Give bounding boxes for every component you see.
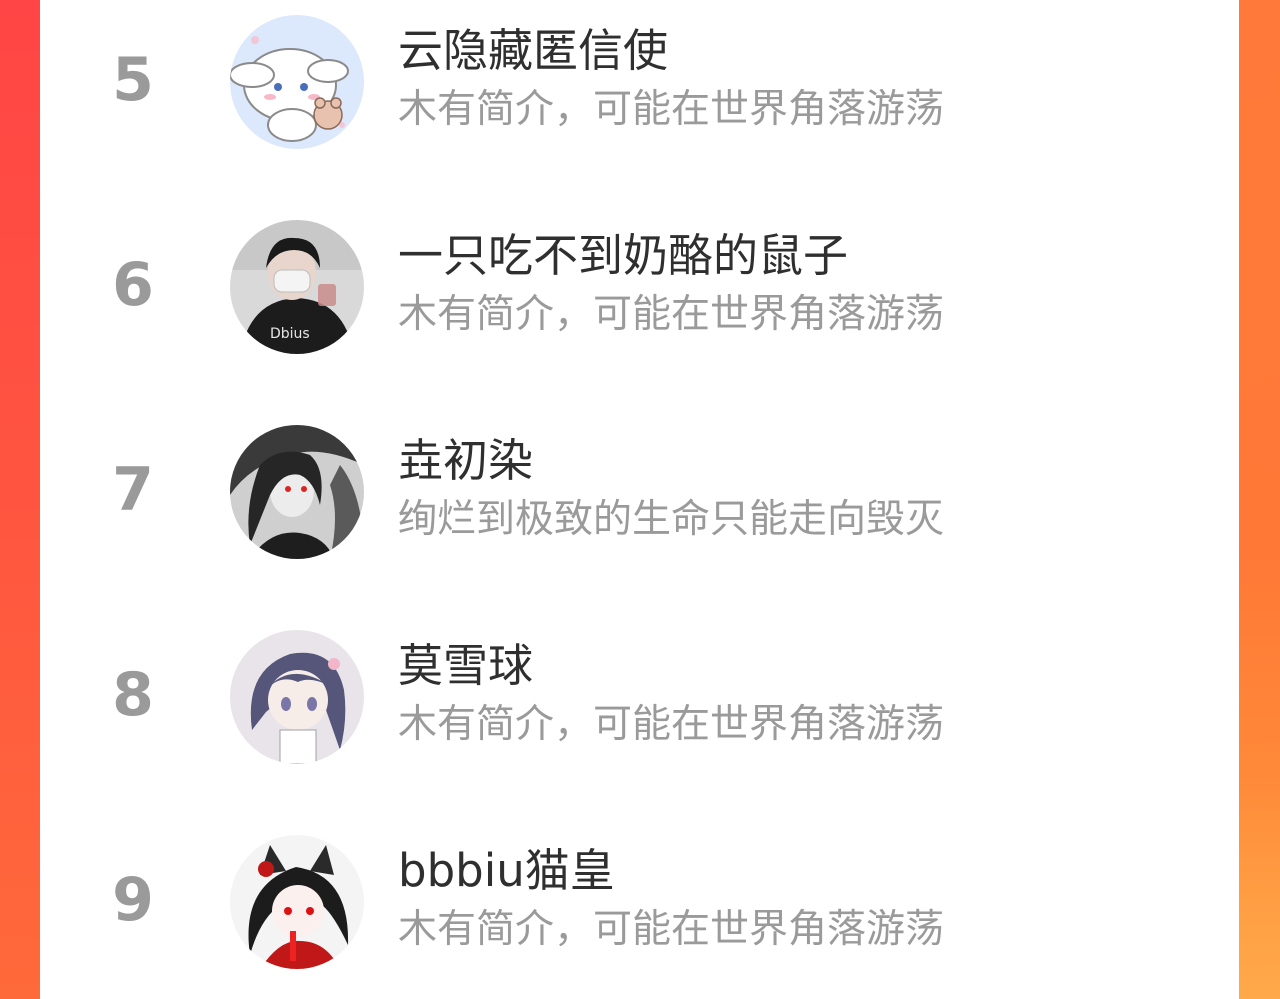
ranking-row-9[interactable]: 9 bbbiu猫皇 木有简介，可能在世界角落游荡 (40, 825, 1239, 975)
background-left-gradient (0, 0, 40, 999)
user-bio: 木有简介，可能在世界角落游荡 (398, 907, 945, 952)
rank-number: 8 (112, 660, 154, 730)
ranking-row-6[interactable]: 6 Dbius 一只吃不到奶酪的鼠子 木有简介，可能在世界角落游荡 (40, 210, 1239, 360)
user-name[interactable]: bbbiu猫皇 (398, 843, 615, 899)
background-glow (1239, 780, 1280, 999)
user-bio: 木有简介，可能在世界角落游荡 (398, 292, 945, 337)
user-name[interactable]: 云隐藏匿信使 (398, 23, 668, 79)
ranking-row-8[interactable]: 8 莫雪球 木有简介，可能在世界角落游荡 (40, 620, 1239, 770)
anime-girl-avatar-icon[interactable] (230, 630, 364, 764)
user-bio: 木有简介，可能在世界角落游荡 (398, 87, 945, 132)
user-name[interactable]: 莫雪球 (398, 638, 533, 694)
rank-number: 9 (112, 865, 154, 935)
ranking-row-5[interactable]: 5 云隐藏匿信使 木有简介，可能在世界角落游荡 (40, 5, 1239, 155)
cat-girl-avatar-icon[interactable] (230, 835, 364, 969)
ranking-list: 5 云隐藏匿信使 木有简介，可能在世界角落游荡 6 Dbius 一只吃不到奶酪的… (40, 0, 1239, 999)
cinnamoroll-avatar-icon[interactable] (230, 15, 364, 149)
rank-number: 6 (112, 250, 154, 320)
svg-text:Dbius: Dbius (270, 326, 310, 342)
user-bio: 木有简介，可能在世界角落游荡 (398, 702, 945, 747)
rank-number: 7 (112, 455, 154, 525)
background-right-gradient (1239, 0, 1280, 999)
ranking-row-7[interactable]: 7 垚初染 绚烂到极致的生命只能走向毁灭 (40, 415, 1239, 565)
user-name[interactable]: 垚初染 (398, 433, 533, 489)
rank-number: 5 (112, 45, 154, 115)
user-name[interactable]: 一只吃不到奶酪的鼠子 (398, 228, 848, 284)
masked-boy-avatar-icon[interactable]: Dbius (230, 220, 364, 354)
anime-dark-avatar-icon[interactable] (230, 425, 364, 559)
user-bio: 绚烂到极致的生命只能走向毁灭 (398, 497, 945, 542)
